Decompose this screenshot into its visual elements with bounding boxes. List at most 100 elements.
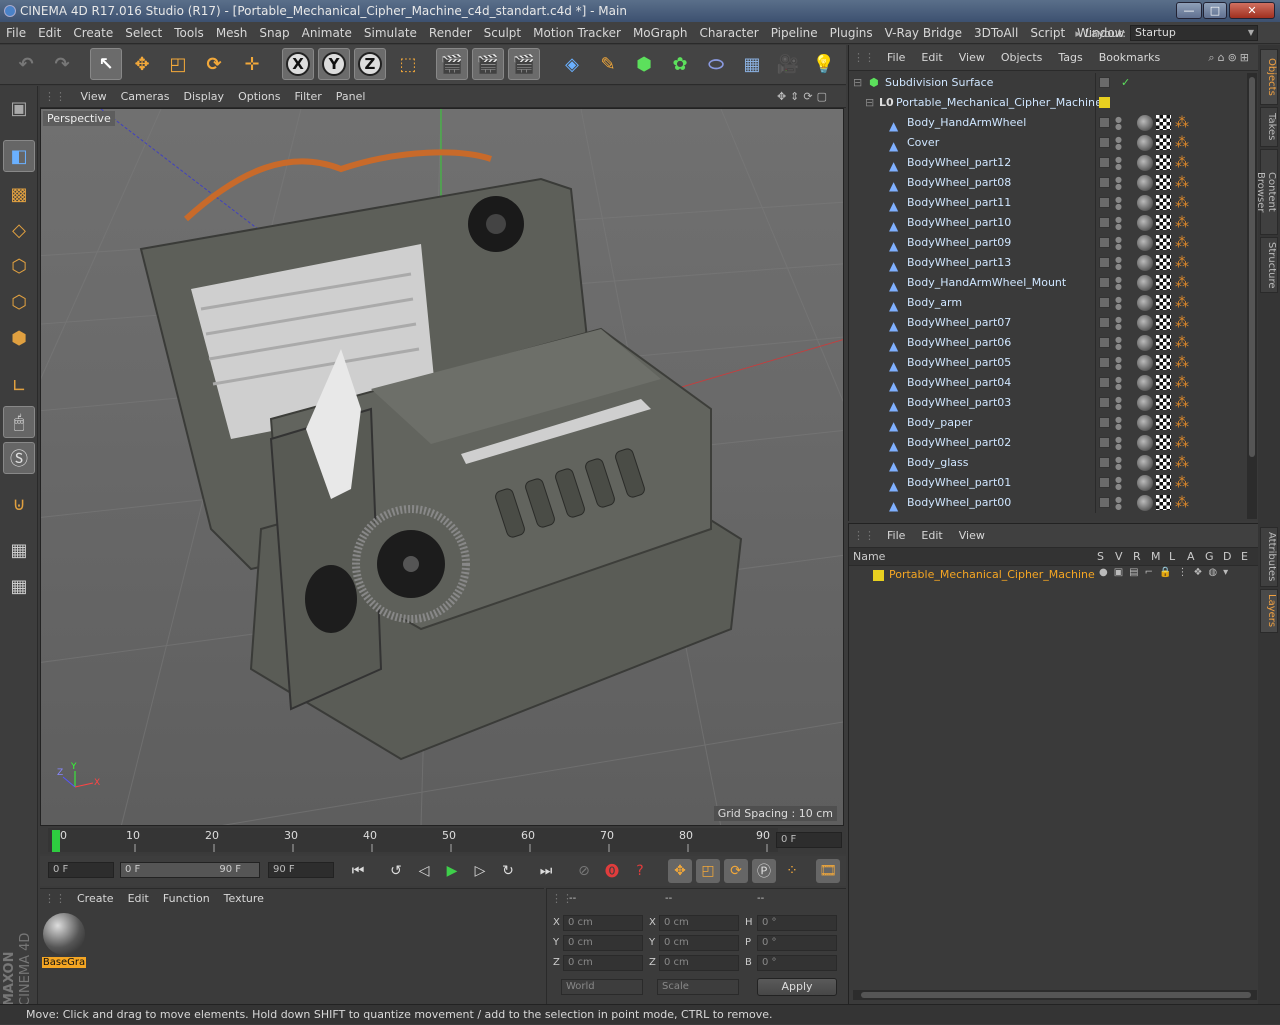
material-menu-texture[interactable]: Texture [217, 889, 271, 909]
uvw-tag-icon[interactable]: ⁂ [1175, 335, 1191, 351]
texture-tag-icon[interactable] [1156, 295, 1171, 310]
3d-viewport[interactable]: Y X Z Perspective Grid Spacing : 10 cm [40, 108, 844, 826]
uvw-tag-icon[interactable]: ⁂ [1175, 355, 1191, 371]
cloner-icon[interactable]: ✿ [664, 48, 696, 80]
viewport-nav-icons[interactable]: ✥⇕⟳▢ [770, 86, 838, 108]
recent-tool-icon[interactable]: ✛ [236, 48, 268, 80]
menu-script[interactable]: Script [1024, 22, 1071, 44]
key-parameter-icon[interactable]: Ⓟ [752, 859, 776, 883]
menu-file[interactable]: File [0, 22, 32, 44]
object-row[interactable]: ▲ Body_HandArmWheel ● ● ⁂ [849, 113, 1245, 133]
light-icon[interactable]: 💡 [808, 48, 840, 80]
uvw-tag-icon[interactable]: ⁂ [1175, 315, 1191, 331]
object-row[interactable]: ▲ BodyWheel_part07 ● ● ⁂ [849, 313, 1245, 333]
layer-col-name[interactable]: Name [853, 548, 885, 566]
material-tag-icon[interactable] [1137, 235, 1153, 251]
coordinate-system-icon[interactable]: ⬚ [392, 48, 424, 80]
visibility-toggle[interactable] [1099, 497, 1110, 508]
key-rotation-icon[interactable]: ⟳ [724, 859, 748, 883]
edges-mode-icon[interactable]: ⬡ [3, 286, 35, 318]
apply-button[interactable]: Apply [757, 978, 837, 996]
material-tag-icon[interactable] [1137, 255, 1153, 271]
visibility-toggle[interactable] [1099, 457, 1110, 468]
material-menu-edit[interactable]: Edit [121, 889, 156, 909]
object-row[interactable]: ▲ BodyWheel_part10 ● ● ⁂ [849, 213, 1245, 233]
texture-tag-icon[interactable] [1156, 335, 1171, 350]
texture-tag-icon[interactable] [1156, 135, 1171, 150]
object-row[interactable]: ▲ Cover ● ● ⁂ [849, 133, 1245, 153]
rotation-p-field[interactable]: 0 ° [757, 935, 837, 951]
uvw-tag-icon[interactable]: ⁂ [1175, 375, 1191, 391]
material-tag-icon[interactable] [1137, 375, 1153, 391]
material-tag-icon[interactable] [1137, 135, 1153, 151]
editor-render-dots[interactable]: ● ● [1115, 356, 1122, 371]
material-tag-icon[interactable] [1137, 195, 1153, 211]
layer-flags-icons[interactable]: ●▣▤⌐🔒⋮❖◍▾ [1099, 567, 1234, 578]
autokeying-icon[interactable]: ⓿ [600, 859, 624, 883]
position-x-field[interactable]: 0 cm [563, 915, 643, 931]
key-pla-icon[interactable]: ⁘ [780, 859, 804, 883]
visibility-toggle[interactable] [1099, 437, 1110, 448]
layer-menu-view[interactable]: View [951, 524, 993, 548]
menu-sculpt[interactable]: Sculpt [478, 22, 527, 44]
object-row-subdivision-surface[interactable]: ⊟ ⬢ Subdivision Surface ✓ [849, 73, 1245, 93]
object-row[interactable]: ▲ Body_HandArmWheel_Mount ● ● ⁂ [849, 273, 1245, 293]
close-button[interactable]: ✕ [1229, 2, 1275, 19]
editor-render-dots[interactable]: ● ● [1115, 416, 1122, 431]
material-tag-icon[interactable] [1137, 435, 1153, 451]
tweak-mode-icon[interactable]: 🖱 [3, 406, 35, 438]
uvw-tag-icon[interactable]: ⁂ [1175, 435, 1191, 451]
layer-col-render[interactable]: R [1133, 548, 1141, 566]
editor-render-dots[interactable]: ● ● [1115, 256, 1122, 271]
object-row[interactable]: ▲ BodyWheel_part00 ● ● ⁂ [849, 493, 1245, 513]
tab-layers[interactable]: Layers [1260, 589, 1278, 633]
layout-dropdown[interactable]: Startup [1130, 25, 1258, 41]
texture-tag-icon[interactable] [1156, 315, 1171, 330]
current-frame-field[interactable]: 0 F [776, 832, 842, 848]
snap-magnet-icon[interactable]: ⊍ [3, 488, 35, 520]
object-manager-search-icon[interactable]: ⌕⌂⊚⊞ [1208, 45, 1252, 71]
texture-tag-icon[interactable] [1156, 435, 1171, 450]
workplane-lock-icon[interactable]: ▦ [3, 534, 35, 566]
rotation-h-field[interactable]: 0 ° [757, 915, 837, 931]
go-to-end-icon[interactable]: ⏭ [534, 859, 558, 883]
workplane-mode-icon[interactable]: ◇ [3, 214, 35, 246]
editor-render-dots[interactable]: ● ● [1115, 316, 1122, 331]
viewport-menu-display[interactable]: Display [177, 86, 232, 108]
menu-simulate[interactable]: Simulate [358, 22, 423, 44]
object-row[interactable]: ▲ BodyWheel_part12 ● ● ⁂ [849, 153, 1245, 173]
material-menu-create[interactable]: Create [70, 889, 121, 909]
object-menu-bookmarks[interactable]: Bookmarks [1091, 45, 1168, 71]
undo-icon[interactable]: ↶ [10, 48, 42, 80]
visibility-toggle[interactable] [1099, 277, 1110, 288]
editor-render-dots[interactable]: ● ● [1115, 116, 1122, 131]
object-list-scrollbar[interactable] [1247, 73, 1257, 519]
points-mode-icon[interactable]: ⬡ [3, 250, 35, 282]
uvw-tag-icon[interactable]: ⁂ [1175, 475, 1191, 491]
uvw-tag-icon[interactable]: ⁂ [1175, 455, 1191, 471]
visibility-toggle[interactable] [1099, 337, 1110, 348]
editor-render-dots[interactable]: ● ● [1115, 156, 1122, 171]
texture-tag-icon[interactable] [1156, 355, 1171, 370]
menu-motion-tracker[interactable]: Motion Tracker [527, 22, 627, 44]
texture-tag-icon[interactable] [1156, 195, 1171, 210]
layer-col-deformers[interactable]: D [1223, 548, 1231, 566]
tab-takes[interactable]: Takes [1260, 107, 1278, 147]
object-row[interactable]: ▲ BodyWheel_part01 ● ● ⁂ [849, 473, 1245, 493]
texture-tag-icon[interactable] [1156, 175, 1171, 190]
layer-color-swatch[interactable] [873, 570, 884, 581]
material-tag-icon[interactable] [1137, 335, 1153, 351]
menu-mograph[interactable]: MoGraph [627, 22, 694, 44]
editor-render-dots[interactable]: ● ● [1115, 496, 1122, 511]
viewport-menu-panel[interactable]: Panel [329, 86, 373, 108]
visibility-toggle[interactable] [1099, 177, 1110, 188]
tab-attributes[interactable]: Attributes [1260, 527, 1278, 587]
coordinate-space-dropdown[interactable]: World [561, 979, 643, 995]
visibility-toggle[interactable] [1099, 257, 1110, 268]
menu-pipeline[interactable]: Pipeline [765, 22, 824, 44]
material-tag-icon[interactable] [1137, 495, 1153, 511]
texture-mode-icon[interactable]: ▩ [3, 178, 35, 210]
viewport-menu-filter[interactable]: Filter [288, 86, 329, 108]
go-to-next-key-icon[interactable]: ↻ [496, 859, 520, 883]
uvw-tag-icon[interactable]: ⁂ [1175, 195, 1191, 211]
